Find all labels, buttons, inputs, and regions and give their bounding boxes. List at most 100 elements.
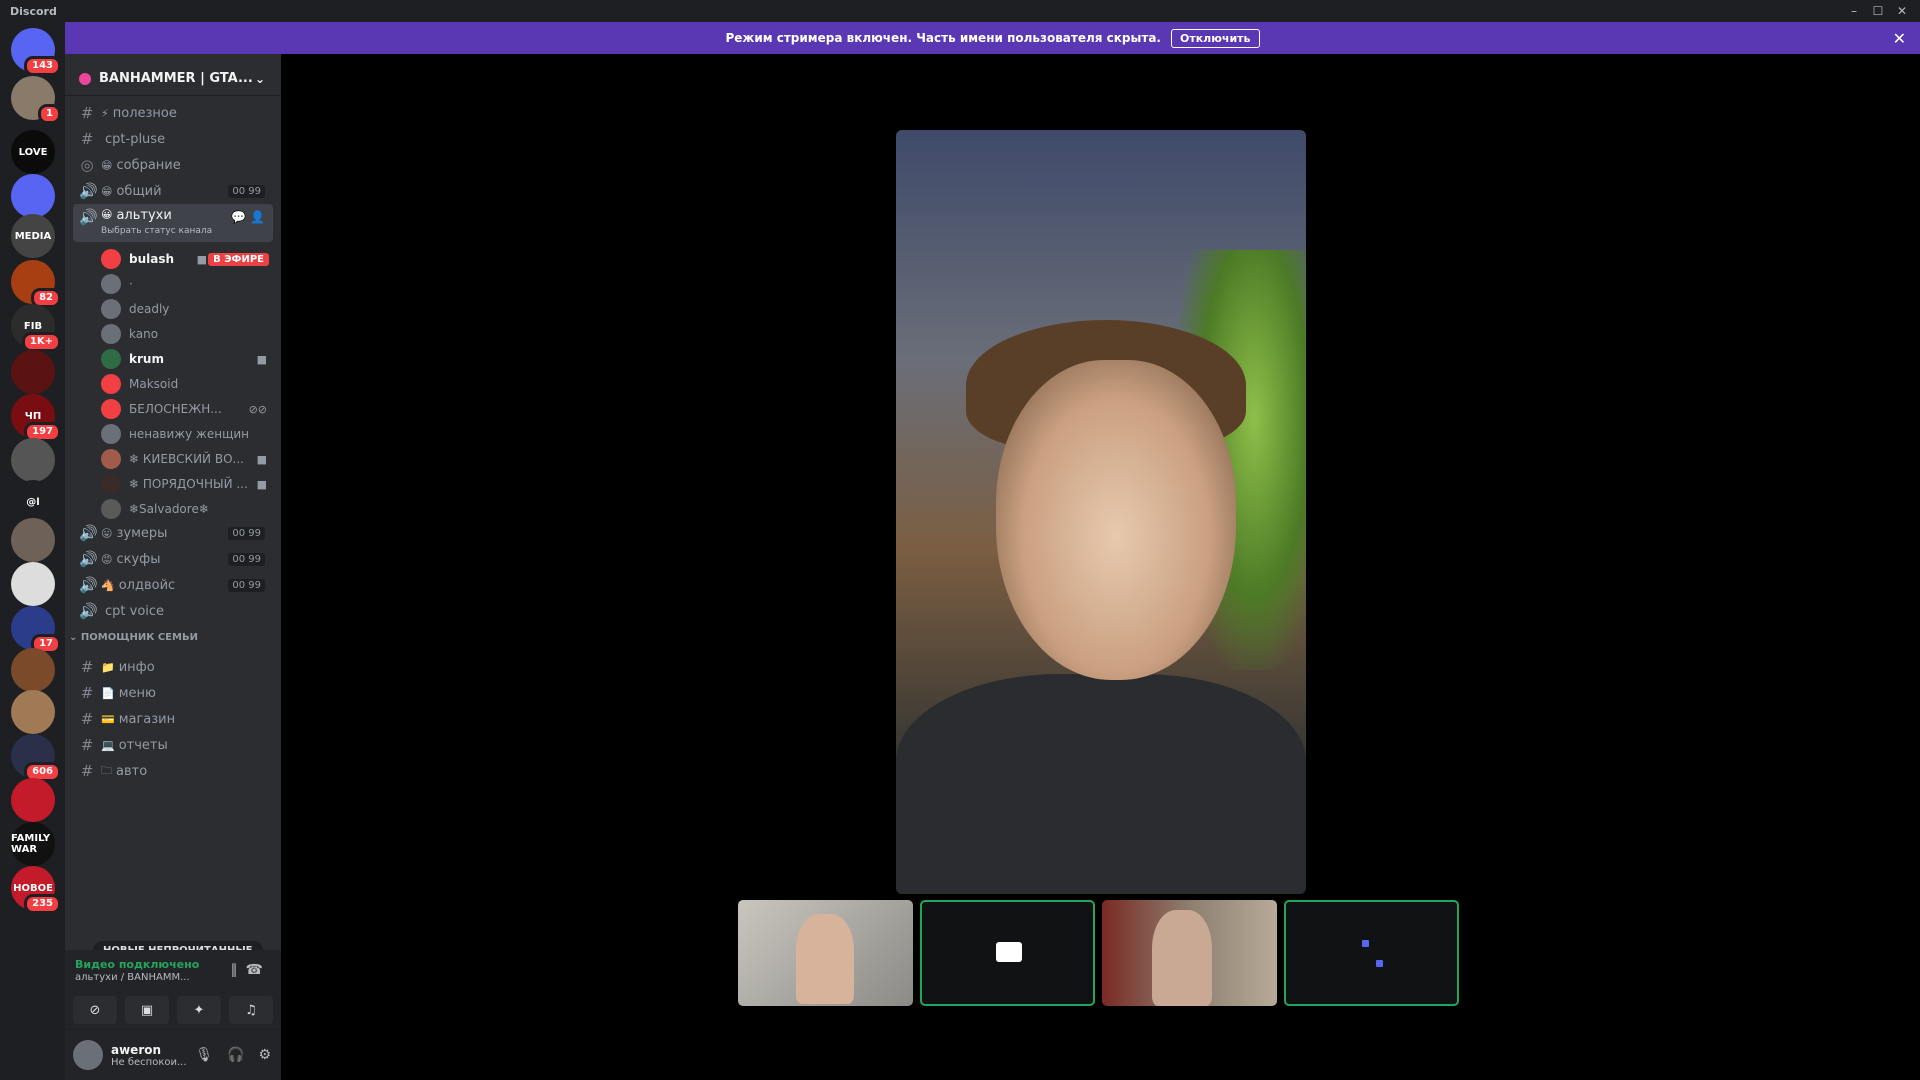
avatar: [101, 274, 121, 294]
maximize-icon[interactable]: ☐: [1866, 0, 1890, 22]
voice-user[interactable]: ненавижу женщин: [101, 422, 271, 446]
voice-user[interactable]: bulash ■ В ЭФИРЕ: [101, 247, 271, 271]
voice-user[interactable]: krum ■: [101, 347, 271, 371]
channel-item[interactable]: ◎ 😁 собрание: [73, 152, 273, 178]
server-icon[interactable]: [11, 438, 55, 482]
avatar[interactable]: [73, 1040, 103, 1070]
user-info[interactable]: aweron Не беспокои...: [111, 1043, 187, 1068]
voice-channel-icon: 🔊: [79, 208, 98, 226]
close-window-icon[interactable]: ✕: [1890, 0, 1914, 22]
minimize-icon[interactable]: –: [1842, 0, 1866, 22]
category-header[interactable]: ⌄ ПОМОЩНИК СЕМЬИ: [69, 632, 198, 643]
voice-username: deadly: [129, 302, 170, 316]
channel-emoji: 📁: [101, 660, 115, 674]
headphones-icon[interactable]: 🎧: [227, 1047, 244, 1063]
server-icon[interactable]: [11, 350, 55, 394]
participant-tile[interactable]: [738, 900, 913, 1006]
server-icon[interactable]: 1: [11, 76, 61, 124]
server-icon[interactable]: 82: [11, 260, 61, 308]
server-icon[interactable]: [11, 562, 55, 606]
server-icon[interactable]: [11, 648, 55, 692]
server-icon[interactable]: FAMILY WAR: [11, 822, 55, 866]
noise-suppression-icon[interactable]: ∥: [231, 962, 246, 978]
channel-status-prompt[interactable]: Выбрать статус канала: [101, 226, 212, 236]
screen-share-icon[interactable]: ▣: [125, 996, 169, 1024]
voice-user[interactable]: ❄Salvadore❄: [101, 497, 271, 521]
voice-user[interactable]: ❄ КИЕВСКИЙ ВО... ■: [101, 447, 271, 471]
voice-user[interactable]: ❄ ПОРЯДОЧНЫЙ ... ■: [101, 472, 271, 496]
channel-emoji: 💳: [101, 712, 115, 726]
disconnect-icon[interactable]: ☎: [246, 962, 271, 978]
category-name: ПОМОЩНИК СЕМЬИ: [80, 632, 198, 643]
disable-streamer-mode-button[interactable]: Отключить: [1170, 28, 1260, 48]
live-badge: В ЭФИРЕ: [208, 252, 269, 266]
channel-name: авто: [116, 763, 148, 779]
channel-item[interactable]: # 📄 меню: [73, 680, 273, 706]
channel-item[interactable]: 🔊 😛 зумеры 00 99: [73, 520, 273, 546]
channel-name: отчеты: [118, 737, 168, 753]
channel-item[interactable]: # 💻 отчеты: [73, 732, 273, 758]
voice-username: ненавижу женщин: [129, 427, 250, 441]
channel-item[interactable]: 🔊 🐴 олдвойс 00 99: [73, 572, 273, 598]
participant-tile-camera-off[interactable]: [920, 900, 1095, 1006]
camera-toggle-icon[interactable]: ⊘: [73, 996, 117, 1024]
server-icon[interactable]: 606: [11, 734, 61, 782]
server-icon[interactable]: [11, 518, 55, 562]
channel-item[interactable]: # ⚡ полезное: [73, 100, 273, 126]
voice-user[interactable]: Maksoid: [101, 372, 271, 396]
channel-item[interactable]: # 💳 магазин: [73, 706, 273, 732]
text-channel-icon: #: [80, 104, 94, 122]
server-icon[interactable]: LOVE: [11, 130, 55, 174]
gear-icon[interactable]: ⚙: [258, 1047, 271, 1063]
active-voice-channel[interactable]: 🔊 😀 альтухи Выбрать статус канала 💬 👤: [73, 204, 273, 242]
mention-badge: 1K+: [21, 332, 61, 352]
user-controls: 🎙 🎧 ⚙: [195, 1047, 271, 1063]
invite-icon[interactable]: 👤: [250, 210, 265, 224]
avatar: [101, 474, 121, 494]
participant-tile[interactable]: [1102, 900, 1277, 1006]
channel-item[interactable]: # 🗀 авто: [73, 758, 273, 784]
server-icon[interactable]: ЧП 197: [11, 394, 61, 442]
soundboard-icon[interactable]: ♫: [229, 996, 273, 1024]
channel-item[interactable]: 🔊 😡 скуфы 00 99: [73, 546, 273, 572]
activities-icon[interactable]: ✦: [177, 996, 221, 1024]
channel-item[interactable]: # cpt-pluse: [73, 126, 273, 152]
server-icon[interactable]: 17: [11, 606, 61, 654]
server-icon[interactable]: FIB 1K+: [11, 304, 61, 352]
server-rail: 143 1 LOVE MEDIA 82 FIB 1K+ ЧП 197 @l 17 606 FAMILY …: [0, 22, 65, 1080]
channel-name: полезное: [112, 105, 177, 121]
video-stage: [281, 54, 1920, 1080]
chat-icon[interactable]: 💬: [231, 210, 246, 224]
voice-user[interactable]: ·: [101, 272, 271, 296]
avatar: [101, 424, 121, 444]
channel-item[interactable]: 🔊 😁 общий 00 99: [73, 178, 273, 204]
voice-channel-icon: 🔊: [79, 576, 98, 594]
voice-user[interactable]: deadly: [101, 297, 271, 321]
server-icon[interactable]: MEDIA: [11, 214, 55, 258]
video-person-body: [896, 674, 1306, 894]
guild-icon: [79, 72, 91, 85]
channel-emoji: ⚡: [101, 106, 109, 120]
mention-badge: 235: [24, 894, 61, 914]
channel-item[interactable]: 🔊 cpt voice: [73, 598, 273, 624]
channel-item[interactable]: # 📁 инфо: [73, 654, 273, 680]
server-icon[interactable]: [11, 778, 55, 822]
voice-channel-link[interactable]: альтухи / BANHAMM...: [75, 972, 190, 983]
channel-emoji: 🐴: [101, 578, 115, 592]
voice-user[interactable]: kano: [101, 322, 271, 346]
server-icon[interactable]: 143: [11, 28, 61, 76]
chevron-down-icon: ⌄: [69, 632, 81, 643]
participant-tile-activity[interactable]: [1284, 900, 1459, 1006]
mic-icon[interactable]: 🎙: [195, 1047, 213, 1063]
voice-username: kano: [129, 327, 159, 341]
text-channel-icon: #: [80, 710, 94, 728]
close-icon[interactable]: ✕: [1893, 29, 1906, 48]
avatar: [101, 324, 121, 344]
server-icon[interactable]: [11, 690, 55, 734]
server-icon[interactable]: [11, 174, 55, 218]
main-video-tile[interactable]: [896, 130, 1306, 894]
guild-header[interactable]: BANHAMMER | GTA... ⌄: [65, 62, 281, 96]
username: aweron: [111, 1042, 162, 1057]
server-icon[interactable]: НОВОЕ 235: [11, 866, 61, 914]
voice-user[interactable]: БЕЛОСНЕЖН... ⊘⊘: [101, 397, 271, 421]
